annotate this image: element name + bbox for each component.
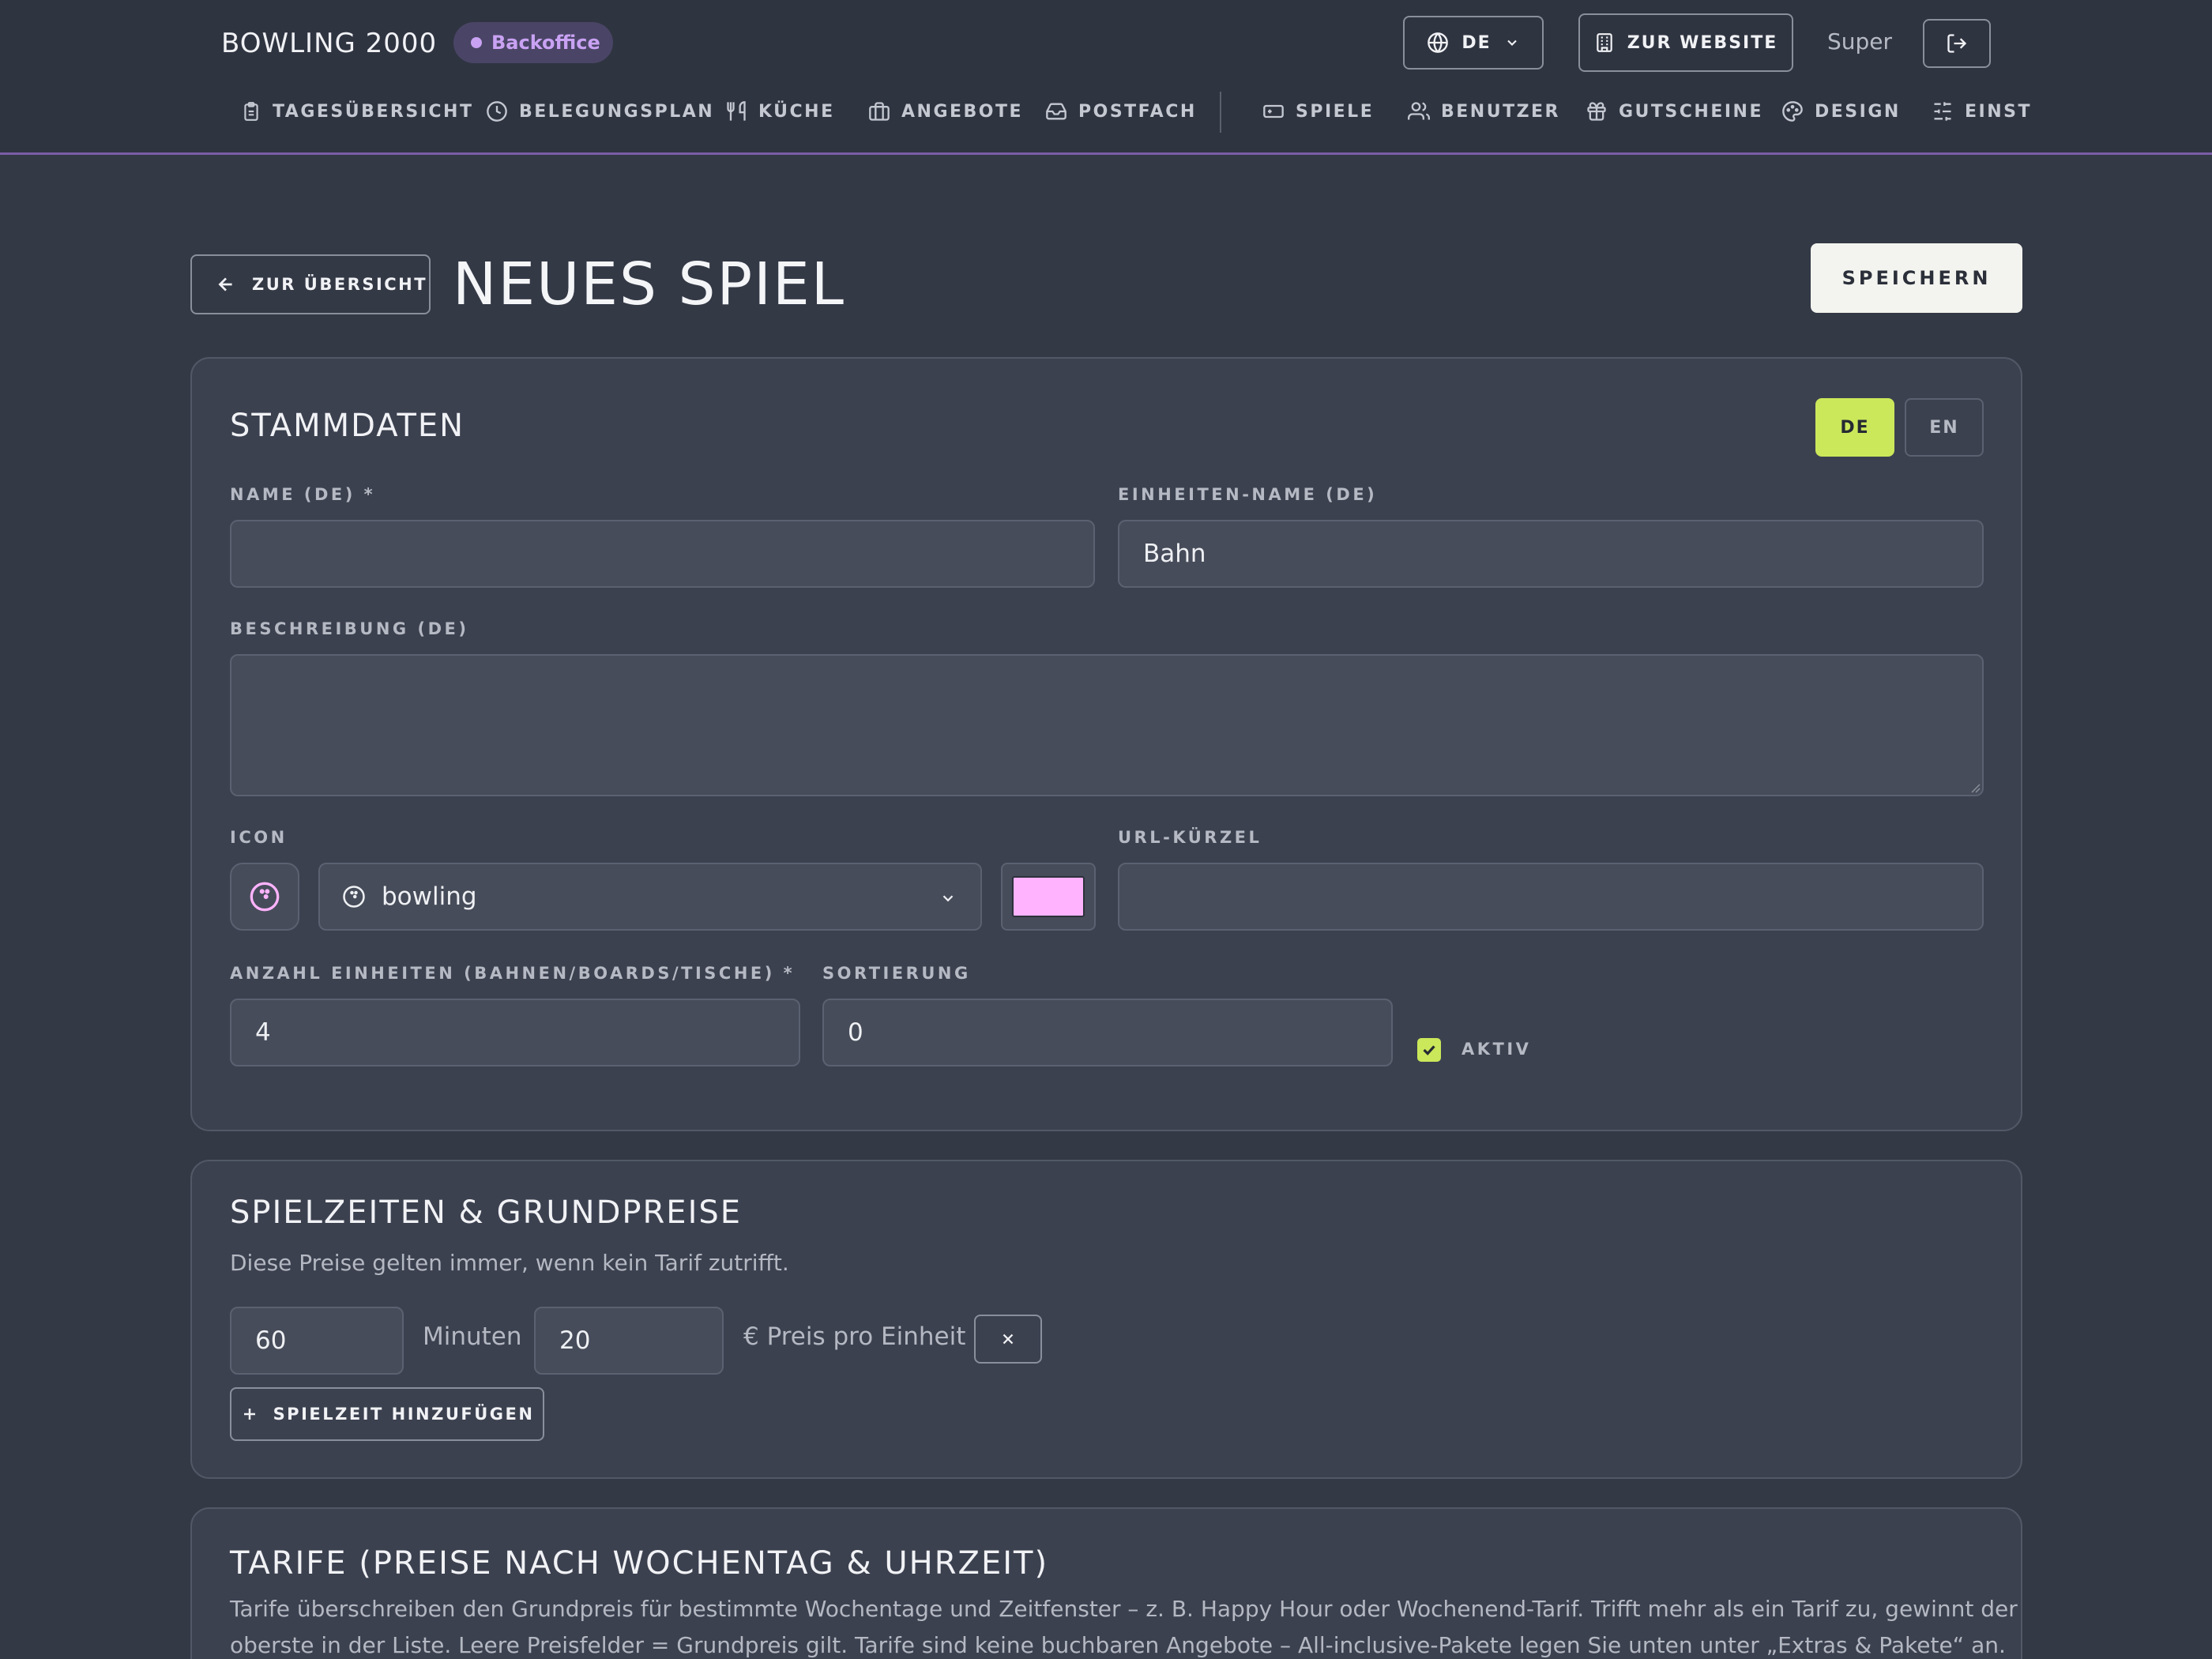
icon-select[interactable]: bowling (318, 863, 982, 931)
language-label: DE (1462, 32, 1492, 53)
page-title: NEUES SPIEL (453, 250, 845, 318)
nav-item-kueche[interactable]: KÜCHE (725, 88, 835, 134)
nav-label: EINST (1965, 101, 2032, 122)
user-name: Super (1827, 28, 1893, 55)
add-playtime-label: SPIELZEIT HINZUFÜGEN (273, 1405, 535, 1424)
backoffice-badge: Backoffice (453, 22, 613, 63)
add-playtime-button[interactable]: SPIELZEIT HINZUFÜGEN (230, 1387, 544, 1441)
nav-label: SPIELE (1296, 101, 1375, 122)
sliders-icon (1932, 100, 1954, 122)
language-select[interactable]: DE (1403, 16, 1544, 70)
tarife-title: TARIFE (PREISE NACH WOCHENTAG & UHRZEIT) (230, 1545, 1049, 1582)
active-label: AKTIV (1462, 1040, 1532, 1059)
clock-icon (486, 100, 508, 122)
nav-item-gutscheine[interactable]: GUTSCHEINE (1586, 88, 1763, 134)
url-slug-input[interactable] (1118, 863, 1984, 931)
bowling-ball-icon (249, 881, 280, 912)
nav-label: POSTFACH (1078, 101, 1197, 122)
name-input[interactable] (230, 520, 1095, 588)
description-textarea[interactable] (230, 654, 1984, 796)
building-icon (1594, 32, 1615, 54)
remove-playtime-button[interactable] (974, 1315, 1042, 1364)
inbox-icon (1045, 100, 1067, 122)
back-to-overview-button[interactable]: ZUR ÜBERSICHT (190, 254, 431, 314)
close-icon (999, 1330, 1017, 1348)
price-input[interactable]: 20 (534, 1307, 724, 1375)
url-slug-label: URL-KÜRZEL (1118, 828, 1262, 847)
gift-icon (1586, 100, 1608, 122)
badge-label: Backoffice (491, 32, 600, 54)
units-count-label: ANZAHL EINHEITEN (BAHNEN/BOARDS/TISCHE) … (230, 964, 796, 983)
icon-color-picker[interactable] (1001, 863, 1096, 931)
units-count-input[interactable]: 4 (230, 999, 800, 1066)
logout-button[interactable] (1923, 19, 1991, 68)
nav-label: BENUTZER (1441, 101, 1561, 122)
icon-preview (230, 863, 299, 931)
tarife-description-line2: oberste in der Liste. Leere Preisfelder … (230, 1632, 2006, 1658)
fork-knife-icon (725, 100, 747, 122)
active-checkbox[interactable] (1417, 1038, 1441, 1062)
nav-item-benutzer[interactable]: BENUTZER (1408, 88, 1560, 134)
nav-item-postfach[interactable]: POSTFACH (1045, 88, 1197, 134)
icon-select-value: bowling (382, 882, 477, 911)
website-button[interactable]: ZUR WEBSITE (1578, 13, 1793, 72)
name-label: NAME (DE) * (230, 485, 376, 504)
nav-item-einstellungen[interactable]: EINST (1932, 88, 2032, 134)
spielzeiten-subtitle: Diese Preise gelten immer, wenn kein Tar… (230, 1250, 789, 1276)
package-icon (868, 100, 890, 122)
color-swatch (1012, 876, 1085, 917)
globe-icon (1427, 32, 1449, 54)
chevron-down-icon (1504, 35, 1520, 51)
tarife-card: TARIFE (PREISE NACH WOCHENTAG & UHRZEIT)… (190, 1507, 2022, 1659)
nav-label: ANGEBOTE (901, 101, 1024, 122)
resize-handle-icon[interactable] (1968, 781, 1981, 793)
nav-item-tagesuebersicht[interactable]: TAGESÜBERSICHT (241, 88, 473, 134)
nav-divider (1220, 92, 1221, 133)
unit-name-input[interactable]: Bahn (1118, 520, 1984, 588)
brand-logo[interactable]: BOWLING 2000 (221, 24, 437, 63)
badge-dot (471, 37, 482, 48)
minutes-input[interactable]: 60 (230, 1307, 404, 1375)
spielzeiten-card: SPIELZEITEN & GRUNDPREISE Diese Preise g… (190, 1160, 2022, 1479)
nav-label: TAGESÜBERSICHT (273, 101, 474, 122)
top-header: BOWLING 2000 Backoffice DE ZUR WEBSITE S… (0, 0, 2212, 155)
nav-label: GUTSCHEINE (1619, 101, 1763, 122)
stammdaten-title: STAMMDATEN (230, 408, 465, 444)
nav-item-belegungsplan[interactable]: BELEGUNGSPLAN (486, 88, 714, 134)
icon-label: ICON (230, 828, 288, 847)
nav-item-spiele[interactable]: SPIELE (1262, 88, 1374, 134)
chevron-down-icon (939, 890, 957, 907)
arrow-left-icon (216, 274, 236, 295)
nav-item-design[interactable]: DESIGN (1781, 88, 1901, 134)
gamepad-icon (1262, 100, 1285, 122)
unit-name-label: EINHEITEN-NAME (DE) (1118, 485, 1378, 504)
plus-icon (240, 1405, 259, 1424)
nav-item-angebote[interactable]: ANGEBOTE (868, 88, 1023, 134)
lang-toggle-de[interactable]: DE (1815, 398, 1894, 457)
users-icon (1408, 100, 1430, 122)
minutes-unit-label: Minuten (423, 1322, 522, 1351)
tarife-description-line1: Tarife überschreiben den Grundpreis für … (230, 1596, 2018, 1622)
back-label: ZUR ÜBERSICHT (252, 275, 428, 294)
main-nav: TAGESÜBERSICHT BELEGUNGSPLAN KÜCHE ANGEB… (0, 88, 2212, 136)
clipboard-icon (241, 100, 261, 122)
sort-order-label: SORTIERUNG (822, 964, 971, 983)
bowling-ball-icon (342, 885, 366, 908)
save-button[interactable]: SPEICHERN (1811, 243, 2022, 313)
palette-icon (1781, 100, 1804, 122)
description-label: BESCHREIBUNG (DE) (230, 619, 469, 638)
stammdaten-card: STAMMDATEN DE EN NAME (DE) * EINHEITEN-N… (190, 357, 2022, 1131)
nav-label: KÜCHE (758, 101, 835, 122)
nav-label: DESIGN (1815, 101, 1901, 122)
website-label: ZUR WEBSITE (1627, 32, 1778, 53)
price-unit-label: € Preis pro Einheit (743, 1322, 966, 1351)
spielzeiten-title: SPIELZEITEN & GRUNDPREISE (230, 1194, 743, 1231)
sort-order-input[interactable]: 0 (822, 999, 1393, 1066)
nav-label: BELEGUNGSPLAN (519, 101, 715, 122)
lang-toggle-en[interactable]: EN (1905, 398, 1984, 457)
logout-icon (1946, 32, 1968, 55)
